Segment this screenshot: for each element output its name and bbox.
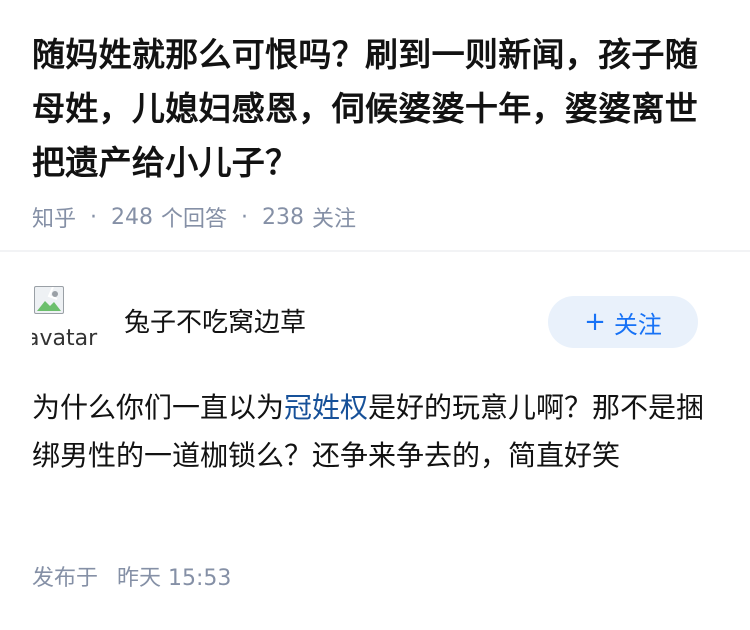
author-name[interactable]: 兔子不吃窝边草 xyxy=(124,302,306,339)
published-label: 发布于 xyxy=(32,566,99,591)
follower-count: 238 xyxy=(262,204,305,230)
question-title[interactable]: 随妈姓就那么可恨吗？刷到一则新闻，孩子随母姓，儿媳妇感恩，伺候婆婆十年，婆婆离世… xyxy=(32,28,720,190)
broken-image-icon xyxy=(34,286,64,314)
follow-button-label: 关注 xyxy=(613,310,662,339)
follower-count-label[interactable]: 关注 xyxy=(312,201,356,233)
answer-content: 为什么你们一直以为冠姓权是好的玩意儿啊？那不是捆绑男性的一道枷锁么？还争来争去的… xyxy=(32,384,712,480)
separator-dot: · xyxy=(90,204,98,230)
answer-count-label[interactable]: 个回答 xyxy=(161,201,227,233)
follow-button[interactable]: + 关注 xyxy=(548,296,698,348)
avatar[interactable]: avatar xyxy=(32,286,100,354)
published-time: 昨天 15:53 xyxy=(117,566,232,591)
content-text: 为什么你们一直以为 xyxy=(32,391,285,424)
keyword-link[interactable]: 冠姓权 xyxy=(284,391,368,424)
question-meta: 知乎 · 248 个回答 · 238 关注 xyxy=(32,200,720,234)
answer-count: 248 xyxy=(111,204,154,230)
source-label[interactable]: 知乎 xyxy=(32,201,76,233)
answer-card: avatar 兔子不吃窝边草 + 关注 为什么你们一直以为冠姓权是好的玩意儿啊？… xyxy=(0,252,750,591)
question-header: 随妈姓就那么可恨吗？刷到一则新闻，孩子随母姓，儿媳妇感恩，伺候婆婆十年，婆婆离世… xyxy=(0,0,750,234)
avatar-alt-text: avatar xyxy=(32,326,98,351)
publish-info: 发布于 昨天 15:53 xyxy=(32,560,231,592)
separator-dot: · xyxy=(241,204,249,230)
author-row: avatar 兔子不吃窝边草 + 关注 xyxy=(0,252,750,352)
plus-icon: + xyxy=(584,307,606,337)
